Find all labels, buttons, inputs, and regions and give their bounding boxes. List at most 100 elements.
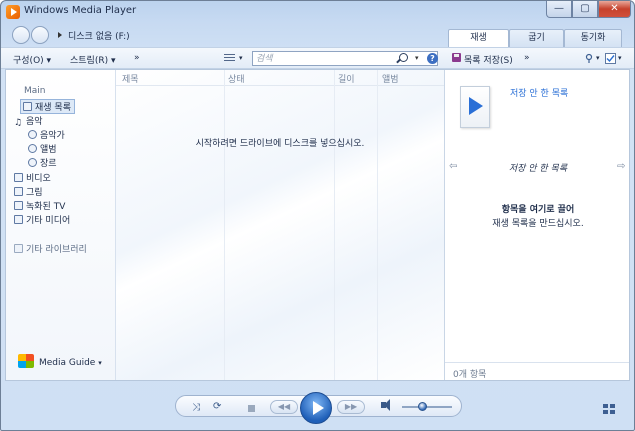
sidebar-item-artist[interactable]: 음악가 — [28, 128, 65, 141]
arrow-right-icon[interactable]: ⇨ — [617, 161, 625, 172]
search-input[interactable] — [256, 53, 396, 64]
playlist-title-bar: ⇦ 저장 안 한 목록 ⇨ — [445, 159, 629, 174]
tab-play[interactable]: 재생 — [448, 29, 509, 48]
playlist-pane: 저장 안 한 목록 ⇦ 저장 안 한 목록 ⇨ 항목을 여기로 끌어 재생 목록… — [444, 70, 629, 380]
stream-menu[interactable]: 스트림(R) ▾ — [70, 53, 116, 66]
tab-sync[interactable]: 동기화 — [564, 29, 622, 47]
breadcrumb[interactable]: 디스크 없음 (F:) — [68, 29, 130, 42]
unsaved-list-link[interactable]: 저장 안 한 목록 — [510, 86, 568, 99]
shuffle-icon[interactable]: ⤨ — [192, 402, 200, 413]
album-icon — [28, 144, 37, 153]
chevron-down-icon: ▾ — [98, 359, 102, 367]
artist-icon — [28, 130, 37, 139]
next-button[interactable]: ▶▶ — [337, 400, 365, 414]
sidebar-item-label: 음악가 — [40, 131, 65, 141]
sidebar-item-label: Main — [24, 86, 46, 96]
sidebar-item-music[interactable]: ♫ 음악 — [14, 114, 43, 128]
playlist-icon — [23, 102, 32, 111]
organize-label: 구성(O) — [13, 56, 44, 66]
tv-icon — [14, 201, 23, 210]
genre-icon — [28, 158, 37, 167]
back-button[interactable] — [12, 26, 30, 44]
media-guide-button[interactable]: Media Guide ▾ — [18, 354, 102, 368]
switch-to-now-playing-icon[interactable] — [603, 404, 615, 414]
column-header-title[interactable]: 제목 — [122, 72, 139, 85]
save-list-button[interactable]: 목록 저장(S) — [464, 53, 513, 66]
empty-list-message: 시작하려면 드라이브에 디스크를 넣으십시오. — [195, 139, 365, 149]
navigation-pane: Main 재생 목록 ♫ 음악 음악가 앨범 장르 비디오 그림 녹화된 TV 기… — [6, 70, 116, 380]
content-area: Main 재생 목록 ♫ 음악 음악가 앨범 장르 비디오 그림 녹화된 TV 기… — [5, 69, 630, 381]
list-header: 제목 상태 길이 앨범 — [116, 70, 444, 86]
playlist-title: 저장 안 한 목록 — [508, 164, 568, 174]
minimize-button[interactable]: — — [546, 1, 572, 18]
drag-here-subtitle: 재생 목록을 만드십시오. — [492, 219, 584, 229]
chevron-right-icon[interactable] — [58, 32, 62, 38]
toolbar: 구성(O) ▾ 스트림(R) ▾ » ▾ ▾ ? 목록 저장(S) » ▾ ▾ — [1, 47, 634, 69]
checklist-icon[interactable] — [605, 53, 616, 64]
sidebar-item-playlists[interactable]: 재생 목록 — [20, 99, 75, 114]
chevron-down-icon[interactable]: ▾ — [596, 54, 600, 62]
stop-button[interactable] — [248, 405, 255, 412]
drag-here-message: 항목을 여기로 끌어 재생 목록을 만드십시오. — [445, 203, 629, 231]
column-header-album[interactable]: 앨범 — [382, 72, 399, 85]
play-button[interactable] — [300, 392, 332, 424]
title-bar[interactable]: Windows Media Player — ▢ ✕ — [1, 1, 634, 23]
chevron-down-icon[interactable]: ▾ — [618, 54, 622, 62]
library-icon — [14, 244, 23, 253]
save-icon — [452, 53, 461, 62]
toolbar-overflow-right-button[interactable]: » — [524, 53, 530, 63]
drag-here-title: 항목을 여기로 끌어 — [501, 205, 575, 215]
volume-icon[interactable] — [381, 399, 390, 411]
sidebar-item-video[interactable]: 비디오 — [14, 171, 51, 184]
sidebar-item-label: 음악 — [26, 117, 43, 127]
maximize-button[interactable]: ▢ — [572, 1, 598, 18]
sidebar-item-genre[interactable]: 장르 — [28, 156, 57, 169]
sidebar-item-label: 재생 목록 — [35, 103, 71, 113]
forward-button[interactable] — [31, 26, 49, 44]
list-options-icon[interactable] — [584, 53, 595, 64]
media-player-icon — [6, 5, 20, 19]
repeat-icon[interactable]: ⟳ — [213, 401, 221, 412]
picture-icon — [14, 187, 23, 196]
library-list[interactable]: 제목 상태 길이 앨범 시작하려면 드라이브에 디스크를 넣으십시오. — [116, 70, 444, 380]
sidebar-item-label: 기타 미디어 — [26, 216, 71, 226]
sidebar-item-album[interactable]: 앨범 — [28, 142, 57, 155]
transport-controls: ⤨ ⟳ ◀◀ ▶▶ — [1, 383, 634, 430]
column-header-status[interactable]: 상태 — [228, 72, 245, 85]
sidebar-item-main[interactable]: Main — [24, 86, 46, 99]
search-box[interactable]: ▾ — [252, 51, 438, 66]
volume-slider-thumb[interactable] — [418, 402, 427, 411]
view-options-icon[interactable] — [224, 54, 235, 63]
sidebar-item-other-libraries[interactable]: 기타 라이브러리 — [14, 242, 87, 255]
stream-label: 스트림(R) — [70, 56, 109, 66]
sidebar-item-recorded-tv[interactable]: 녹화된 TV — [14, 199, 65, 212]
sidebar-item-pictures[interactable]: 그림 — [14, 185, 43, 198]
video-icon — [14, 173, 23, 182]
column-header-length[interactable]: 길이 — [338, 72, 355, 85]
close-button[interactable]: ✕ — [598, 1, 631, 18]
wmp-window: Windows Media Player — ▢ ✕ 디스크 없음 (F:) 재… — [0, 0, 635, 431]
sidebar-item-label: 장르 — [40, 159, 57, 169]
toolbar-overflow-button[interactable]: » — [134, 53, 140, 63]
sidebar-item-label: 기타 라이브러리 — [26, 245, 87, 255]
sidebar-item-other-media[interactable]: 기타 미디어 — [14, 213, 70, 226]
column-divider[interactable] — [377, 70, 378, 380]
column-divider[interactable] — [334, 70, 335, 380]
organize-menu[interactable]: 구성(O) ▾ — [13, 53, 51, 66]
volume-slider[interactable] — [402, 406, 452, 408]
chevron-down-icon[interactable]: ▾ — [415, 54, 419, 62]
tab-burn[interactable]: 굽기 — [509, 29, 564, 47]
search-icon[interactable] — [399, 53, 408, 62]
item-count: 0개 항목 — [453, 370, 487, 380]
playlist-art-icon — [460, 86, 490, 128]
sidebar-item-label: 비디오 — [26, 174, 51, 184]
sidebar-item-label: 녹화된 TV — [26, 202, 66, 212]
view-options-dropdown[interactable]: ▾ — [239, 54, 243, 62]
help-icon[interactable]: ? — [427, 53, 438, 64]
column-divider[interactable] — [224, 70, 225, 380]
previous-button[interactable]: ◀◀ — [270, 400, 298, 414]
sidebar-item-label: 그림 — [26, 188, 43, 198]
divider — [445, 362, 629, 363]
other-media-icon — [14, 215, 23, 224]
sidebar-item-label: 앨범 — [40, 145, 57, 155]
